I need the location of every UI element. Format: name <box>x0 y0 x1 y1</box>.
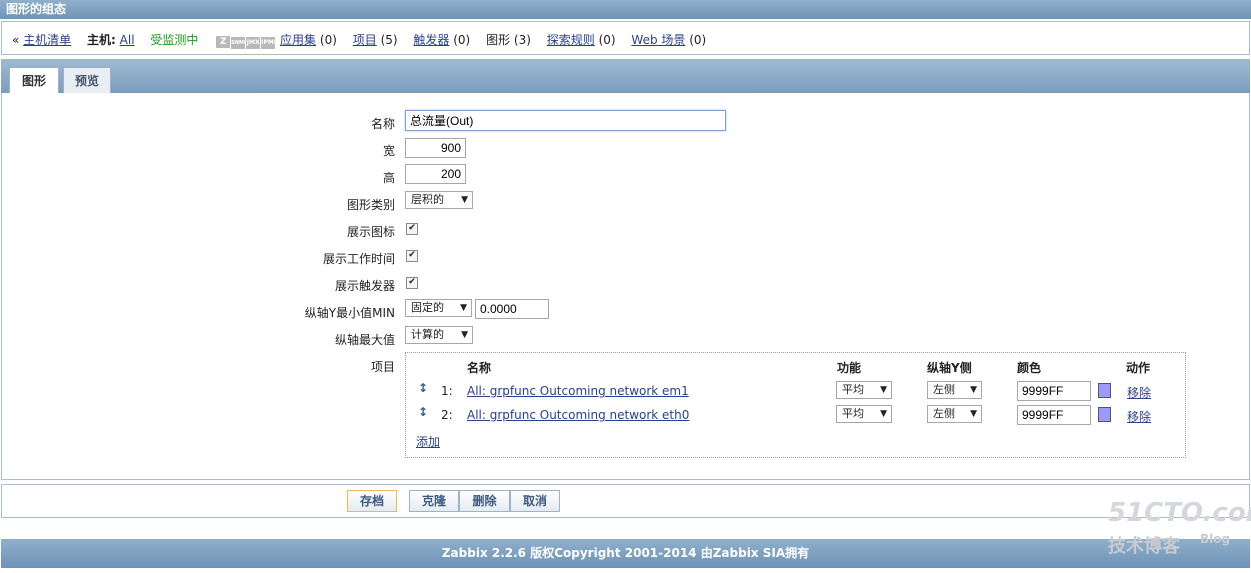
col-header-color: 颜色 <box>1017 361 1042 375</box>
monitored-status: 受监测中 <box>150 33 199 47</box>
snmp-icon: SNMP <box>231 36 248 49</box>
clone-button[interactable]: 克隆 <box>409 490 459 512</box>
ymin-value-input[interactable] <box>475 299 549 319</box>
jmx-icon: JMX <box>246 36 261 49</box>
host-value-link[interactable]: All <box>120 33 135 47</box>
item-name-link[interactable]: All: grpfunc Outcoming network eth0 <box>467 408 689 422</box>
triggers-count: (0) <box>453 33 471 47</box>
show-worktime-checkbox[interactable]: ✔ <box>406 250 418 262</box>
row-number: 2: <box>441 408 453 422</box>
yaxis-side-value: 左侧 <box>933 407 955 420</box>
function-value: 平均 <box>842 407 864 420</box>
dropdown-arrow-icon: ▼ <box>460 303 467 313</box>
yaxis-side-select[interactable]: 左侧 ▼ <box>927 381 982 399</box>
tabs-bar: 图形 预览 <box>1 59 1250 93</box>
ymax-label: 纵轴最大值 <box>334 333 395 347</box>
remove-link[interactable]: 移除 <box>1127 408 1151 425</box>
zabbix-agent-icon: Z <box>216 35 231 48</box>
drag-handle-icon[interactable]: ↕ <box>418 381 428 395</box>
graph-type-value: 层积的 <box>411 193 444 206</box>
dropdown-arrow-icon: ▼ <box>970 409 977 419</box>
applications-count: (0) <box>319 33 337 47</box>
color-input[interactable] <box>1017 405 1091 425</box>
discovery-count: (0) <box>598 33 616 47</box>
ymax-type-select[interactable]: 计算的 ▼ <box>405 326 473 344</box>
web-count: (0) <box>689 33 707 47</box>
ipmi-icon: IPMI <box>261 36 276 49</box>
tab-graph[interactable]: 图形 <box>9 67 59 93</box>
back-arrow-icon: « <box>12 33 20 47</box>
col-header-function: 功能 <box>837 361 862 375</box>
items-label: 项目 <box>370 360 395 374</box>
color-swatch[interactable] <box>1098 407 1111 422</box>
graph-items-table: 名称 功能 纵轴Y侧 颜色 动作 ↕ 1: All: grpfunc Outco… <box>405 352 1186 458</box>
name-label: 名称 <box>370 117 395 131</box>
show-legend-checkbox[interactable]: ✔ <box>406 223 418 235</box>
remove-link[interactable]: 移除 <box>1127 384 1151 401</box>
form-buttons-bar: 存档 克隆 删除 取消 <box>1 484 1250 518</box>
color-swatch[interactable] <box>1098 383 1111 398</box>
col-header-yaxis: 纵轴Y侧 <box>927 361 972 375</box>
name-input[interactable] <box>405 110 726 131</box>
yaxis-side-select[interactable]: 左侧 ▼ <box>927 405 982 423</box>
show-legend-label: 展示图标 <box>346 225 395 239</box>
watermark-subtitle: 技术博客 <box>1108 536 1180 557</box>
graph-type-label: 图形类别 <box>346 198 395 212</box>
graphs-count: (3) <box>513 33 531 47</box>
col-header-action: 动作 <box>1126 361 1151 375</box>
drag-handle-icon[interactable]: ↕ <box>418 405 428 419</box>
save-button[interactable]: 存档 <box>347 490 397 512</box>
show-triggers-checkbox[interactable]: ✔ <box>406 277 418 289</box>
dropdown-arrow-icon: ▼ <box>880 409 887 419</box>
delete-button[interactable]: 删除 <box>459 490 510 512</box>
dropdown-arrow-icon: ▼ <box>970 385 977 395</box>
color-input[interactable] <box>1017 381 1091 401</box>
ymax-type-value: 计算的 <box>411 328 444 341</box>
cancel-button[interactable]: 取消 <box>510 490 560 512</box>
triggers-link[interactable]: 触发器 <box>413 33 449 47</box>
function-select[interactable]: 平均 ▼ <box>836 405 892 423</box>
ymin-type-value: 固定的 <box>411 301 444 314</box>
host-label: 主机: <box>87 33 116 47</box>
web-scenarios-link[interactable]: Web 场景 <box>631 33 685 47</box>
host-list-link[interactable]: 主机清单 <box>23 33 71 47</box>
footer-copyright: Zabbix 2.2.6 版权Copyright 2001-2014 由Zabb… <box>1 539 1250 568</box>
items-count: (5) <box>380 33 398 47</box>
graph-type-select[interactable]: 层积的 ▼ <box>405 191 473 209</box>
host-navigation-bar: « 主机清单 主机: All 受监测中 Z SNMPJMX IPMI 应用集 (0)… <box>1 21 1250 55</box>
items-link[interactable]: 项目 <box>353 33 377 47</box>
show-triggers-label: 展示触发器 <box>334 279 395 293</box>
applications-link[interactable]: 应用集 <box>280 33 316 47</box>
ymin-label: 纵轴Y最小值MIN <box>304 306 395 320</box>
discovery-rules-link[interactable]: 探索规则 <box>547 33 595 47</box>
col-header-name: 名称 <box>467 361 492 375</box>
watermark-blog: Blog <box>1200 532 1231 546</box>
height-label: 高 <box>382 171 395 185</box>
dropdown-arrow-icon: ▼ <box>880 385 887 395</box>
watermark-logo: 51CTO.com <box>1108 498 1251 528</box>
width-input[interactable] <box>405 138 466 158</box>
height-input[interactable] <box>405 164 466 184</box>
tab-preview[interactable]: 预览 <box>63 67 111 93</box>
graphs-current: 图形 <box>486 33 511 47</box>
row-number: 1: <box>441 384 453 398</box>
yaxis-side-value: 左侧 <box>933 383 955 396</box>
item-name-link[interactable]: All: grpfunc Outcoming network em1 <box>467 384 689 398</box>
availability-icons: Z SNMPJMX IPMI <box>216 33 276 49</box>
width-label: 宽 <box>382 144 395 158</box>
dropdown-arrow-icon: ▼ <box>461 195 468 205</box>
show-worktime-label: 展示工作时间 <box>322 252 395 266</box>
function-value: 平均 <box>842 383 864 396</box>
window-title: 图形的组态 <box>0 0 1251 19</box>
add-item-link[interactable]: 添加 <box>416 433 440 450</box>
dropdown-arrow-icon: ▼ <box>461 330 468 340</box>
ymin-type-select[interactable]: 固定的 ▼ <box>405 299 472 317</box>
function-select[interactable]: 平均 ▼ <box>836 381 892 399</box>
